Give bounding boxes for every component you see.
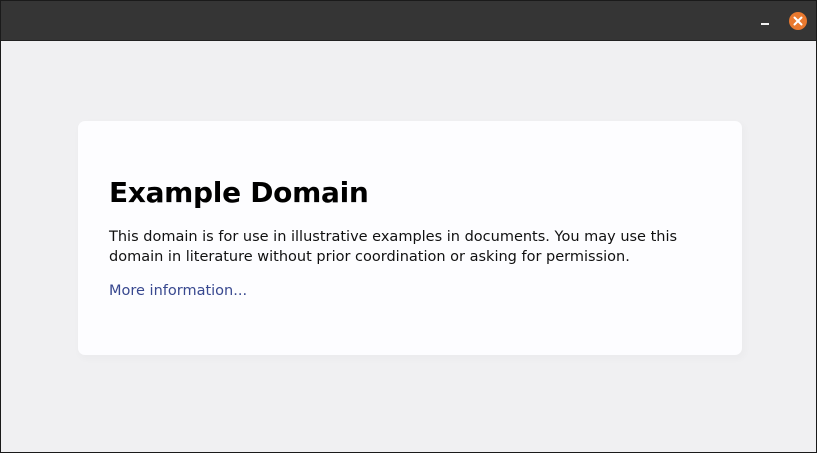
- page-title: Example Domain: [109, 176, 369, 209]
- window-titlebar[interactable]: [1, 1, 816, 41]
- browser-window: Example Domain This domain is for use in…: [0, 0, 817, 453]
- minimize-icon: [761, 23, 769, 25]
- more-info-paragraph: More information...: [109, 282, 711, 301]
- more-information-link[interactable]: More information...: [109, 283, 247, 299]
- page-content: Example Domain This domain is for use in…: [1, 41, 816, 452]
- close-button[interactable]: [789, 12, 807, 30]
- close-icon: [793, 16, 803, 26]
- page-description: This domain is for use in illustrative e…: [109, 229, 678, 265]
- content-card: Example Domain This domain is for use in…: [78, 121, 742, 355]
- minimize-button[interactable]: [757, 13, 773, 29]
